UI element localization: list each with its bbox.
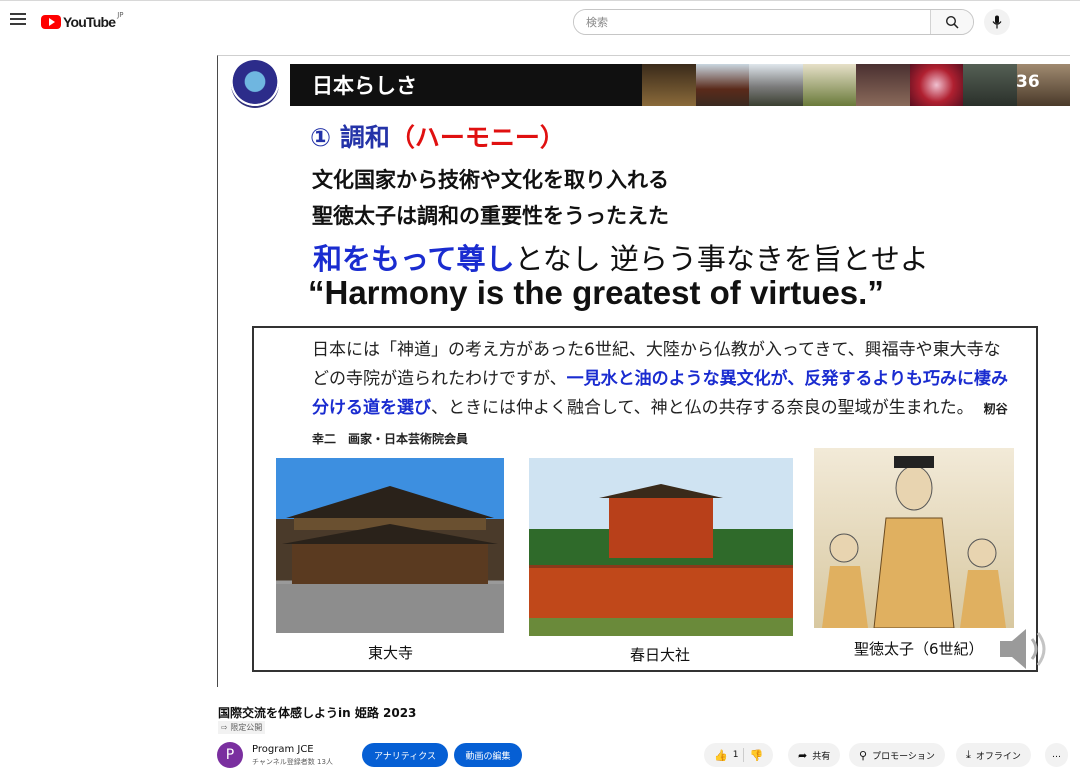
channel-info: P Program JCE チャンネル登録者数 13人 [217, 740, 333, 770]
strip-photo [963, 64, 1017, 106]
motto-highlight: 和をもって尊し [313, 242, 515, 276]
slide-line-1: 文化国家から技術や文化を取り入れる [312, 168, 669, 192]
todaiji-photo [276, 458, 504, 633]
search-input[interactable] [574, 10, 930, 34]
search-icon [945, 15, 959, 29]
dislike-icon[interactable]: 👎 [749, 749, 763, 762]
visibility-text: 限定公開 [230, 723, 263, 732]
subscriber-count: チャンネル登録者数 13人 [252, 757, 333, 766]
strip-photo [642, 64, 696, 106]
strip-photo [802, 64, 856, 106]
share-icon: ➦ [798, 748, 808, 762]
like-icon[interactable]: 👍 [714, 749, 728, 762]
promotion-icon: ⚲ [859, 748, 868, 762]
edit-video-button[interactable]: 動画の編集 [454, 743, 522, 767]
share-label: 共有 [812, 751, 831, 762]
search-button[interactable] [930, 10, 973, 34]
heading-number: ① [310, 123, 332, 152]
video-title: 国際交流を体感しようin 姫路 2023 [218, 706, 417, 720]
shotoku-illustration [822, 456, 1006, 629]
more-actions-button[interactable]: … [1045, 743, 1068, 767]
quote-part-2: 、ときには仲よく融合して、神と仏の共存する奈良の聖域が生まれた。 [431, 398, 974, 418]
strip-photo [909, 64, 963, 106]
download-icon: ⤓ [966, 748, 971, 761]
menu-icon[interactable] [10, 13, 26, 27]
analytics-button[interactable]: アナリティクス [362, 743, 448, 767]
like-dislike-group: 👍 1 👎 [704, 743, 774, 767]
strip-photo [695, 64, 749, 106]
offline-button[interactable]: ⤓ オフライン [956, 743, 1031, 767]
organization-emblem [231, 60, 279, 108]
search-box [573, 9, 974, 35]
shotoku-taishi-portrait [814, 448, 1014, 629]
channel-text: Program JCE チャンネル登録者数 13人 [252, 744, 333, 767]
like-count: 1 [732, 750, 739, 760]
todaiji-illustration [276, 486, 504, 633]
slide-motto: 和をもって尊しとなし 逆らう事なきを旨とせよ [313, 236, 929, 278]
english-quote: “Harmony is the greatest of virtues.” [308, 274, 884, 311]
slide-line-2: 聖徳太子は調和の重要性をうったえた [312, 204, 669, 228]
heading-paren: （ハーモニー） [389, 123, 565, 152]
offline-label: オフライン [975, 751, 1021, 762]
slide-title: 日本らしさ [312, 74, 417, 98]
slide-title-bar: 日本らしさ [290, 64, 642, 106]
channel-avatar[interactable]: P [217, 742, 243, 768]
caption-shotoku: 聖徳太子（6世紀） [854, 640, 984, 658]
kasuga-taisha-photo [529, 458, 793, 636]
speaker-icon [1000, 629, 1046, 669]
like-divider [743, 748, 745, 762]
motto-rest: となし 逆らう事なきを旨とせよ [514, 242, 929, 276]
share-button[interactable]: ➦ 共有 [788, 743, 841, 767]
strip-photo [749, 64, 803, 106]
logo-wordmark: YouTube [63, 14, 116, 30]
heading-main: 調和 [339, 123, 390, 152]
slide-number: 36 [1016, 72, 1040, 92]
strip-photo [856, 64, 910, 106]
photo-strip [642, 64, 1070, 106]
microphone-icon [992, 15, 1002, 29]
slide-heading: ① 調和（ハーモニー） [310, 118, 565, 154]
youtube-play-icon [41, 15, 61, 29]
logo-region: JP [117, 11, 124, 19]
quote-text: 日本には「神道」の考え方があった6世紀、大陸から仏教が入ってきて、興福寺や東大寺… [312, 336, 1012, 454]
caption-todaiji: 東大寺 [368, 644, 414, 662]
more-icon: … [1052, 750, 1061, 760]
youtube-logo[interactable]: YouTube JP [41, 11, 124, 32]
top-bar: YouTube JP [0, 0, 1080, 42]
visibility-badge: ⇨ 限定公開 [218, 721, 266, 734]
video-player[interactable]: 日本らしさ 36 ① 調和（ハーモニー） 文化国家から技術や文化を取り入れる 聖… [217, 55, 1070, 687]
kasuga-illustration [529, 484, 793, 636]
promotion-label: プロモーション [872, 751, 935, 762]
promotion-button[interactable]: ⚲ プロモーション [849, 743, 945, 767]
voice-search-button[interactable] [984, 9, 1010, 35]
channel-name[interactable]: Program JCE [252, 744, 333, 755]
caption-kasuga: 春日大社 [630, 646, 691, 664]
